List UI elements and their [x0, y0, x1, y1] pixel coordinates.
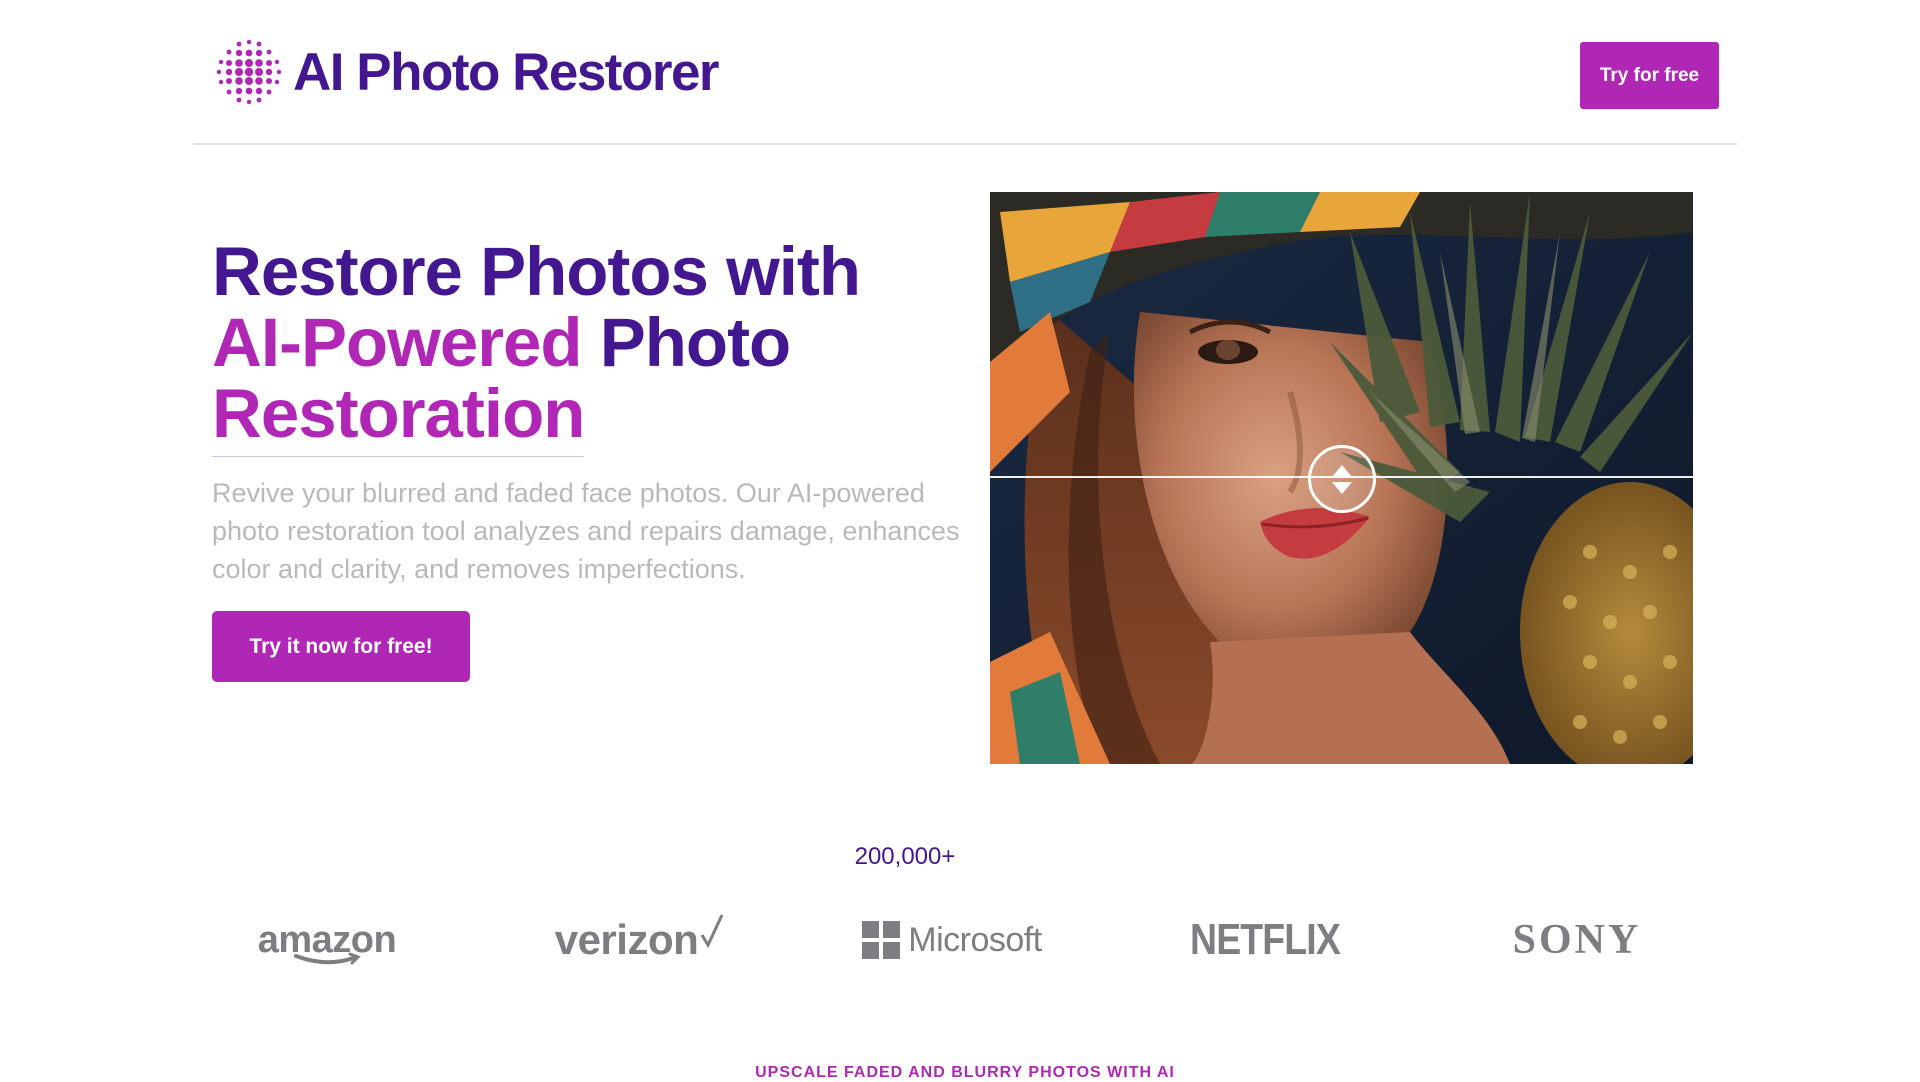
verizon-check-icon: [700, 914, 724, 949]
microsoft-wordmark: Microsoft: [908, 920, 1042, 959]
hero-title: Restore Photos with AI-Powered Photo Res…: [212, 233, 972, 457]
sony-logo: SONY: [1462, 900, 1692, 980]
try-it-now-button[interactable]: Try it now for free!: [212, 611, 470, 682]
netflix-logo: NETFLIX: [1167, 900, 1363, 980]
microsoft-logo: Microsoft: [837, 900, 1067, 980]
before-after-comparison[interactable]: [990, 192, 1693, 764]
hero-title-line-3: Restoration: [212, 375, 585, 457]
verizon-wordmark: verizon: [554, 916, 699, 963]
arrow-down-icon: [1332, 481, 1352, 494]
microsoft-grid-icon: [862, 921, 901, 959]
hero-title-line-1: Restore Photos with: [212, 233, 861, 310]
verizon-logo: verizon: [525, 900, 755, 980]
site-header: AI Photo Restorer Try for free: [193, 0, 1737, 145]
comparison-slider-handle[interactable]: [1308, 445, 1376, 513]
logo[interactable]: AI Photo Restorer: [213, 36, 720, 108]
netflix-wordmark: NETFLIX: [1189, 915, 1341, 964]
amazon-smile-icon: [294, 952, 361, 965]
users-count: 200,000+: [854, 843, 956, 870]
section-kicker: UPSCALE FADED AND BLURRY PHOTOS WITH AI: [755, 1064, 1175, 1081]
brand-logos: amazon verizon Microsoft NETFLIX SONY: [212, 900, 1692, 980]
sony-wordmark: SONY: [1512, 917, 1642, 963]
hero-title-line-2: Photo: [581, 304, 791, 381]
try-for-free-button[interactable]: Try for free: [1580, 42, 1719, 109]
amazon-logo: amazon: [212, 900, 442, 980]
brand-name: AI Photo Restorer: [293, 42, 720, 102]
hero-description: Revive your blurred and faded face photo…: [212, 478, 960, 584]
arrow-up-icon: [1332, 464, 1352, 477]
hero-title-accent: AI-Powered: [212, 304, 583, 381]
logo-dots-icon: [216, 39, 282, 105]
